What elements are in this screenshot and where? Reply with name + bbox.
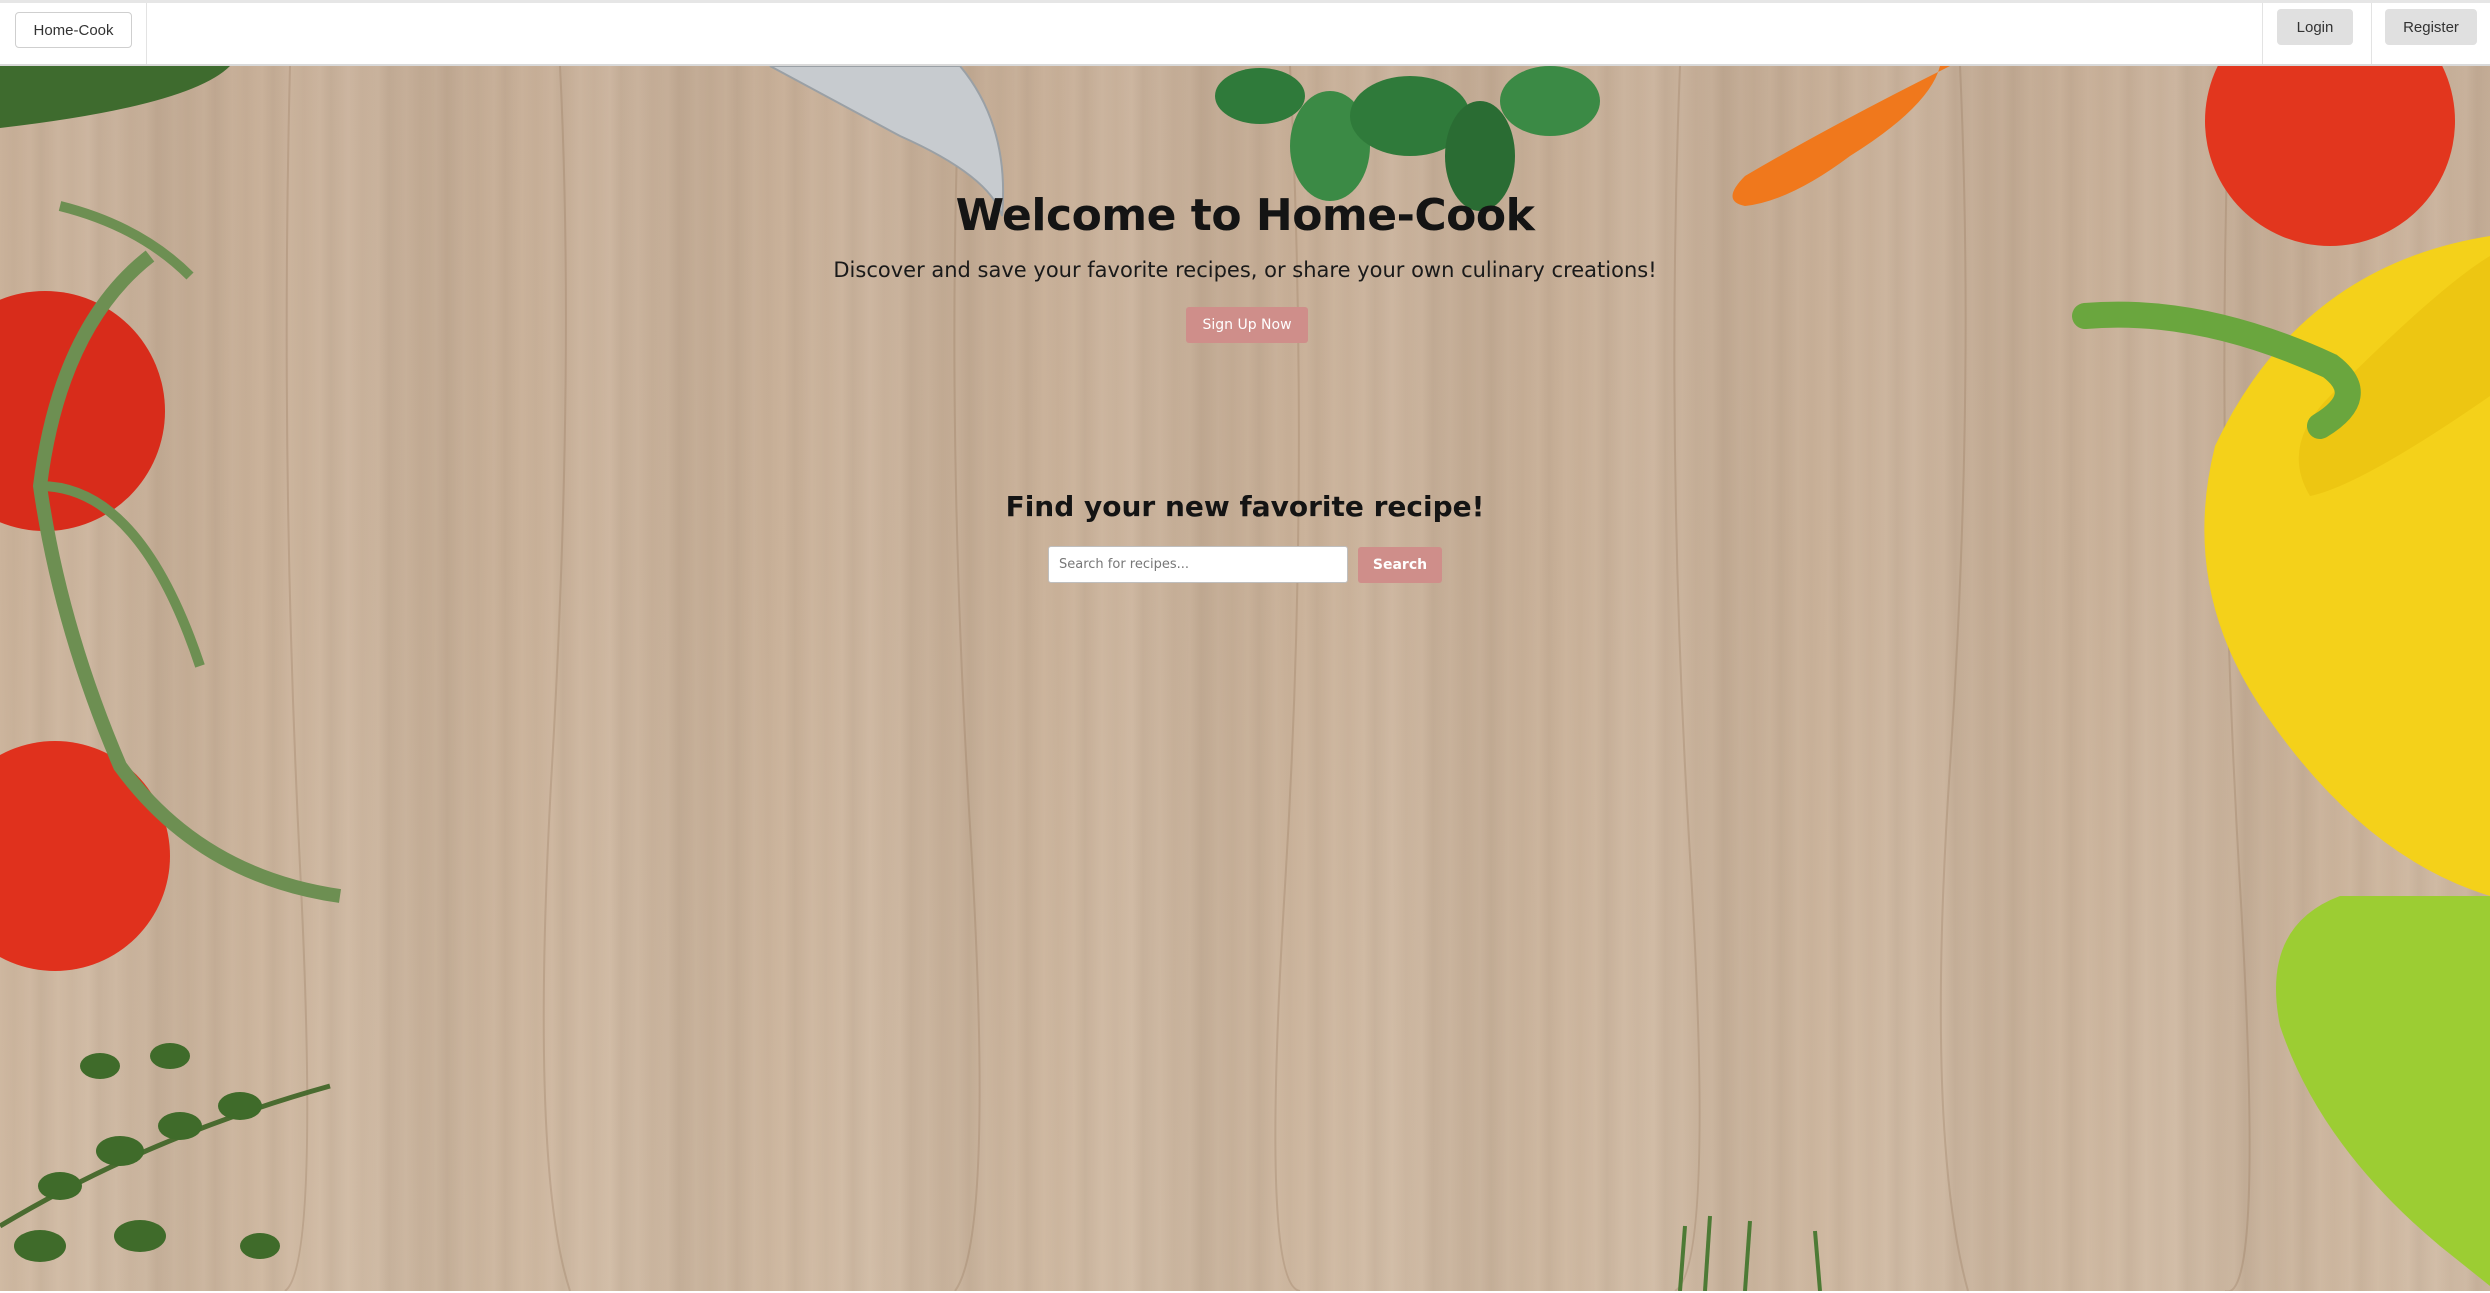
login-button[interactable]: Login bbox=[2277, 9, 2353, 45]
wood-grain bbox=[284, 66, 2251, 1291]
cucumber-icon bbox=[0, 66, 230, 128]
search-input[interactable] bbox=[1048, 546, 1348, 583]
sign-up-button[interactable]: Sign Up Now bbox=[1186, 307, 1308, 343]
search-button[interactable]: Search bbox=[1358, 547, 1442, 583]
navbar-top-border bbox=[0, 0, 2490, 3]
hero-section: Welcome to Home-Cook Discover and save y… bbox=[0, 66, 2490, 1291]
register-cell: Register bbox=[2370, 3, 2490, 64]
carrot-icon bbox=[1732, 66, 1950, 206]
register-button[interactable]: Register bbox=[2385, 9, 2477, 45]
top-navbar: Home-Cook Login Register bbox=[0, 0, 2490, 66]
yellow-bell-pepper-icon bbox=[2072, 236, 2490, 896]
hero-subtitle: Discover and save your favorite recipes,… bbox=[833, 258, 1657, 282]
login-cell: Login bbox=[2262, 3, 2372, 64]
hero-title: Welcome to Home-Cook bbox=[955, 190, 1535, 241]
thyme-sprig-icon bbox=[0, 1043, 331, 1262]
search-heading: Find your new favorite recipe! bbox=[1005, 490, 1485, 523]
brand-home-button[interactable]: Home-Cook bbox=[15, 12, 132, 48]
brand-cell: Home-Cook bbox=[0, 3, 147, 64]
green-pepper-icon bbox=[2276, 896, 2490, 1286]
rosemary-sprig-icon bbox=[1678, 1215, 1822, 1291]
background-decor bbox=[0, 66, 2490, 1291]
